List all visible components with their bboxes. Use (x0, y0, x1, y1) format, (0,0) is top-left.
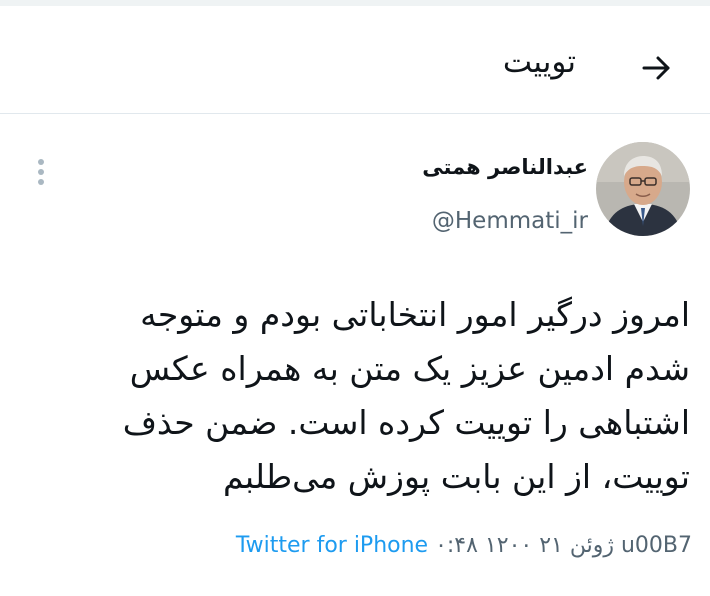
tweet-source-link[interactable]: Twitter for iPhone (236, 533, 428, 558)
author-handle[interactable]: @Hemmati_ir (432, 208, 588, 234)
more-dot (38, 179, 44, 185)
page-title: توییت (502, 44, 576, 80)
more-vertical-icon (38, 159, 44, 165)
tweet: عبدالناصر همتی @Hemmati_ir امروز درگیر ا… (0, 115, 710, 596)
tweet-text-line: امروز درگیر امور انتخاباتی بودم و متوجه (140, 295, 690, 334)
tweet-text-line: توییت، از این بابت پوزش می‌طلبم (222, 457, 690, 496)
avatar-photo (596, 142, 690, 236)
author-name[interactable]: عبدالناصر همتی (422, 155, 588, 179)
tweet-header: توییت (0, 6, 710, 114)
tweet-timestamp[interactable]: ۰:۴۸ ۱۲۰۰ ژوئن ۲۱ u00B7 (435, 533, 692, 558)
arrow-right-icon (642, 56, 670, 80)
tweet-text-line: اشتباهی را توییت کرده است. ضمن حذف (122, 403, 690, 442)
back-button[interactable] (630, 42, 682, 94)
avatar[interactable] (596, 142, 690, 236)
more-dot (38, 169, 44, 175)
more-options-button[interactable] (33, 159, 49, 189)
tweet-meta: Twitter for iPhone ۰:۴۸ ۱۲۰۰ ژوئن ۲۱ u00… (236, 533, 692, 558)
tweet-text: امروز درگیر امور انتخاباتی بودم و متوجه … (30, 288, 690, 504)
tweet-text-line: شدم ادمین عزیز یک متن به همراه عکس (129, 349, 690, 388)
